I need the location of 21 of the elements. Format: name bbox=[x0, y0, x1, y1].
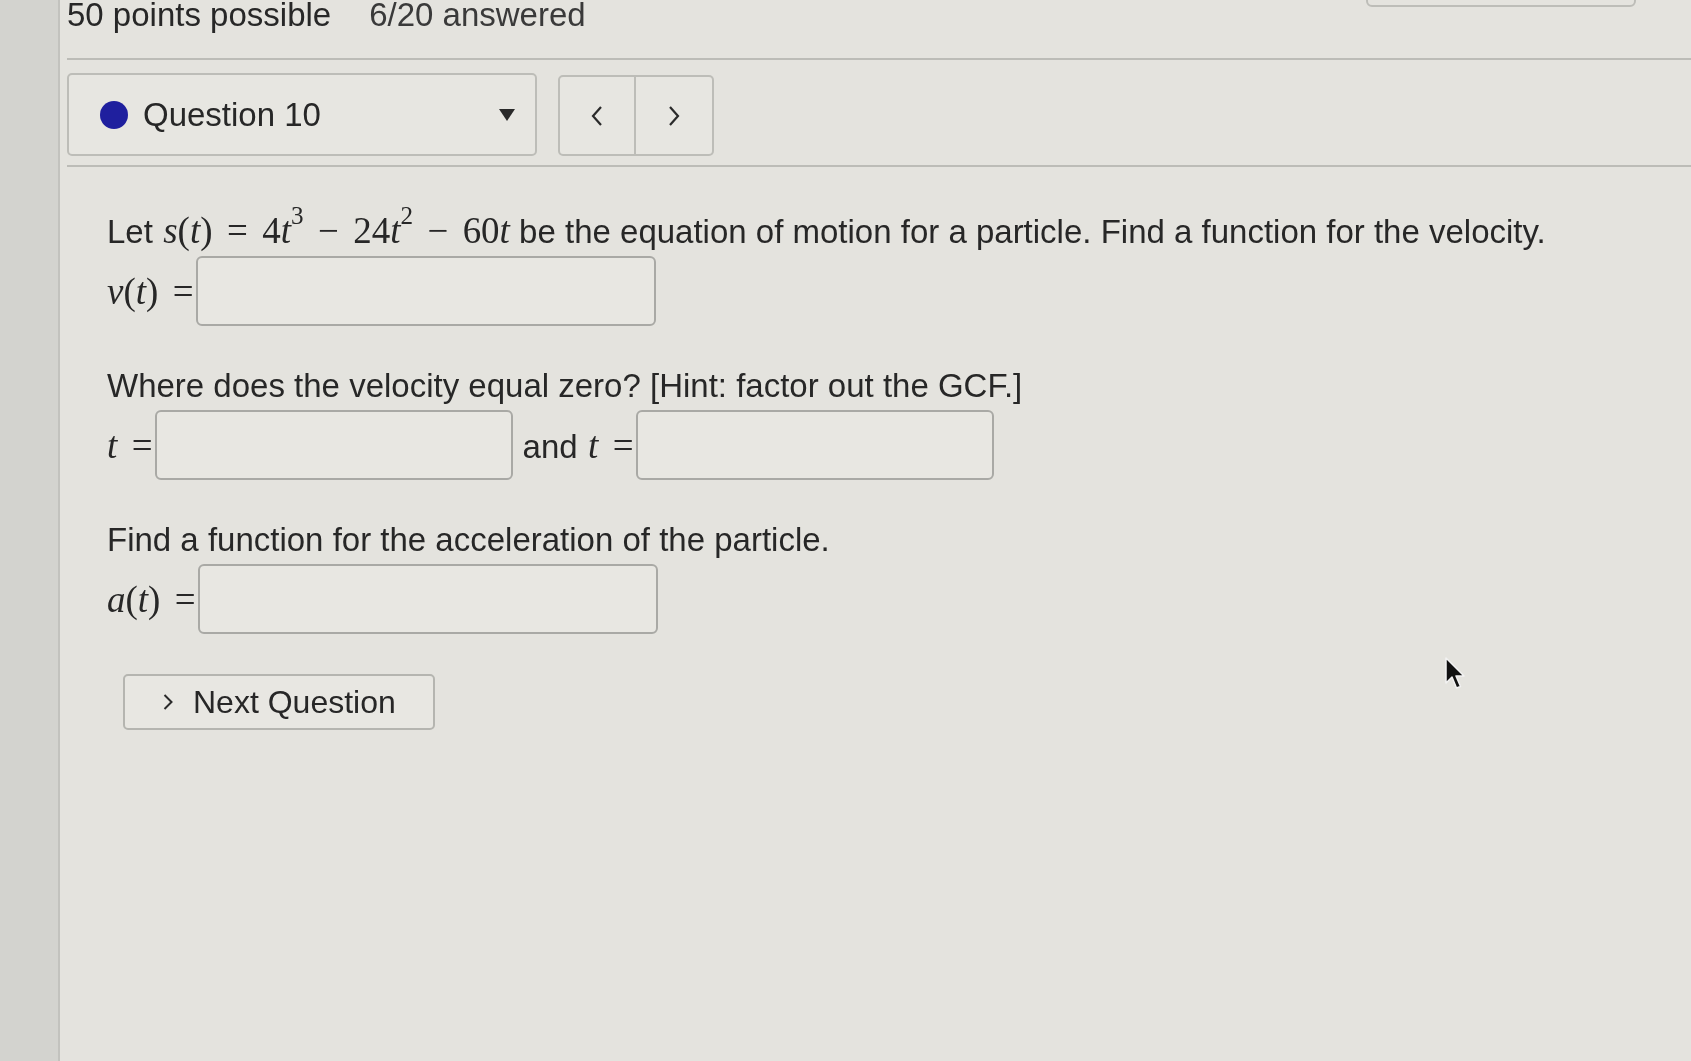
answer-field[interactable] bbox=[635, 410, 994, 480]
points-text: 50 points possible bbox=[67, 0, 332, 31]
question-text: Find a function for the acceleration of the particle. bbox=[107, 520, 830, 560]
answer-label: and t = bbox=[522, 423, 634, 467]
chevron-right-icon bbox=[668, 105, 680, 126]
answer-label: t = bbox=[107, 423, 153, 467]
chevron-left-icon bbox=[591, 105, 603, 126]
next-button[interactable] bbox=[636, 75, 714, 156]
question-text: Where does the velocity equal zero? [Hint: factor out the GCF.] bbox=[107, 366, 1023, 406]
answer-label: a(t) = bbox=[107, 577, 196, 621]
answer-field[interactable] bbox=[197, 564, 658, 634]
chevron-right-icon bbox=[163, 694, 173, 710]
answer-field[interactable] bbox=[195, 256, 656, 326]
previous-button[interactable] bbox=[558, 75, 636, 156]
question-dropdown[interactable]: Question 10 bbox=[67, 73, 537, 156]
next-question-button[interactable]: Next Question bbox=[123, 674, 435, 730]
progress-text: 6/20 answered bbox=[369, 0, 586, 31]
caret-icon bbox=[499, 108, 515, 121]
answer-field[interactable] bbox=[154, 410, 513, 480]
answer-label: v(t) = bbox=[107, 269, 194, 313]
cursor-icon bbox=[1444, 657, 1466, 691]
